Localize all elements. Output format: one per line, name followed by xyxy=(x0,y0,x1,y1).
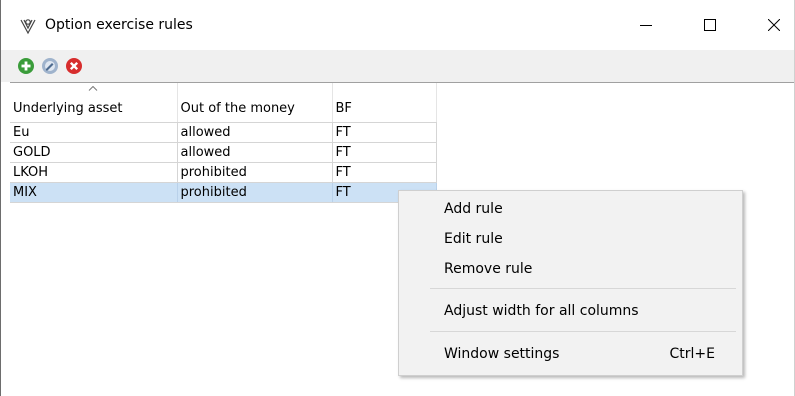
menu-item-edit-rule[interactable]: Edit rule xyxy=(399,224,742,254)
minimize-icon xyxy=(640,25,652,26)
table-row[interactable]: Eu allowed FT xyxy=(10,122,437,143)
column-header-label: BF xyxy=(335,101,352,116)
cell-underlying-asset[interactable]: MIX xyxy=(10,182,178,203)
table-row[interactable]: LKOH prohibited FT xyxy=(10,162,437,183)
rules-table: Underlying asset Out of the money BF Eu … xyxy=(10,83,437,203)
menu-item-label: Add rule xyxy=(444,201,503,217)
menu-item-add-rule[interactable]: Add rule xyxy=(399,194,742,224)
cell-out-of-the-money[interactable]: prohibited xyxy=(177,182,333,203)
table-row-selected[interactable]: MIX prohibited FT xyxy=(10,182,437,203)
menu-separator xyxy=(430,331,736,332)
toolbar xyxy=(1,50,794,82)
close-icon xyxy=(768,19,780,31)
menu-item-remove-rule[interactable]: Remove rule xyxy=(399,254,742,284)
menu-item-adjust-width[interactable]: Adjust width for all columns xyxy=(399,296,742,326)
option-exercise-rules-window: Option exercise rules Underlying asset O… xyxy=(0,0,795,396)
menu-item-shortcut: Ctrl+E xyxy=(669,346,716,362)
cell-out-of-the-money[interactable]: allowed xyxy=(177,122,333,143)
cell-underlying-asset[interactable]: GOLD xyxy=(10,142,178,163)
title-bar[interactable]: Option exercise rules xyxy=(1,0,794,50)
cell-bf[interactable]: FT xyxy=(332,122,437,143)
column-header-label: Out of the money xyxy=(180,101,295,116)
options-app-icon xyxy=(19,17,37,35)
menu-separator xyxy=(430,288,736,289)
remove-rule-button[interactable] xyxy=(65,57,83,75)
add-rule-button[interactable] xyxy=(17,57,35,75)
context-menu: Add rule Edit rule Remove rule Adjust wi… xyxy=(398,190,743,376)
cell-bf[interactable]: FT xyxy=(332,162,437,183)
maximize-icon xyxy=(704,19,716,31)
menu-item-label: Window settings xyxy=(444,346,560,362)
edit-rule-button[interactable] xyxy=(41,57,59,75)
table-header-row: Underlying asset Out of the money BF xyxy=(10,83,437,123)
cell-out-of-the-money[interactable]: allowed xyxy=(177,142,333,163)
column-header-out-of-the-money[interactable]: Out of the money xyxy=(177,83,333,123)
menu-item-label: Adjust width for all columns xyxy=(444,303,639,319)
menu-item-window-settings[interactable]: Window settings Ctrl+E xyxy=(399,339,742,369)
window-title: Option exercise rules xyxy=(45,17,193,33)
cell-underlying-asset[interactable]: LKOH xyxy=(10,162,178,183)
cell-underlying-asset[interactable]: Eu xyxy=(10,122,178,143)
cell-out-of-the-money[interactable]: prohibited xyxy=(177,162,333,183)
maximize-button[interactable] xyxy=(685,0,735,50)
sort-ascending-icon xyxy=(88,86,98,91)
add-icon xyxy=(18,58,34,74)
close-button[interactable] xyxy=(749,0,795,50)
column-header-bf[interactable]: BF xyxy=(332,83,437,123)
minimize-button[interactable] xyxy=(621,0,671,50)
column-header-label: Underlying asset xyxy=(13,101,123,116)
edit-icon xyxy=(42,58,58,74)
menu-item-label: Remove rule xyxy=(444,261,533,277)
cell-bf[interactable]: FT xyxy=(332,142,437,163)
table-row[interactable]: GOLD allowed FT xyxy=(10,142,437,163)
remove-icon xyxy=(66,58,82,74)
column-header-underlying-asset[interactable]: Underlying asset xyxy=(10,83,178,123)
menu-item-label: Edit rule xyxy=(444,231,503,247)
